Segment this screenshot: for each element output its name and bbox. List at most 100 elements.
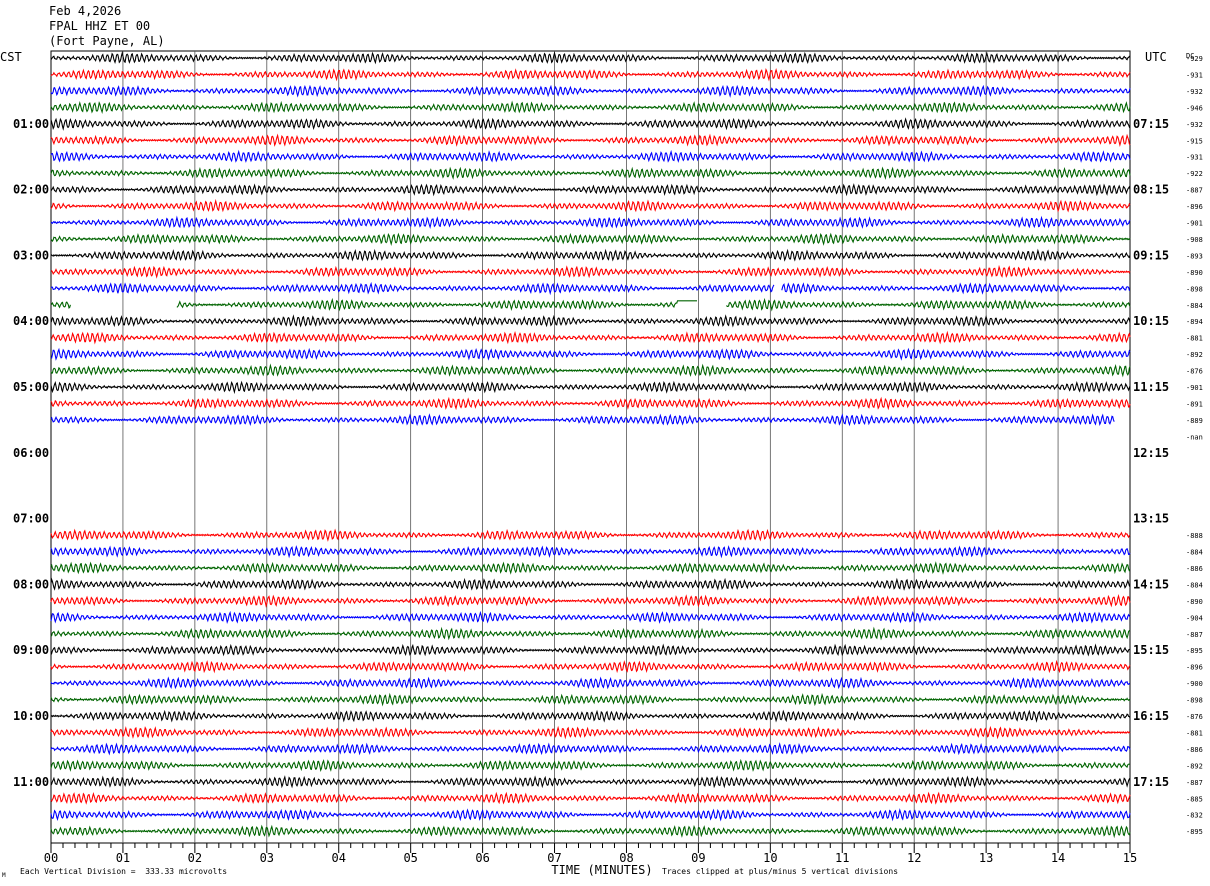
seismic-trace	[50, 824, 1131, 839]
seismic-trace	[50, 742, 1131, 756]
left-time-label: 06:00	[13, 446, 49, 460]
dc-offset-label: -901	[1186, 384, 1203, 392]
seismic-trace	[50, 198, 1131, 213]
seismic-trace	[50, 215, 1131, 229]
x-tick-label: 10	[763, 851, 777, 865]
x-tick-label: 00	[44, 851, 58, 865]
x-tick-label: 09	[691, 851, 705, 865]
x-tick-label: 15	[1123, 851, 1137, 865]
right-time-label: 16:15	[1133, 709, 1169, 723]
dc-offset-label: -900	[1186, 680, 1203, 688]
dc-offset-label: -891	[1186, 400, 1203, 408]
seismic-trace	[50, 314, 1131, 328]
dc-offset-label: -887	[1186, 631, 1203, 639]
seismic-trace	[50, 808, 1131, 822]
dc-offset-label: -892	[1186, 351, 1203, 359]
seismic-trace	[50, 166, 1131, 180]
dc-offset-label: -nan	[1186, 433, 1203, 441]
dc-offset-label: -915	[1186, 137, 1203, 145]
right-time-label: 11:15	[1133, 380, 1169, 394]
seismic-trace	[50, 183, 1131, 197]
dc-offset-label: -896	[1186, 664, 1203, 672]
dc-offset-label: -904	[1186, 614, 1203, 622]
helicorder-chart: 00 01 02 03 04 05 06 07 08 09 10 11 12 13 14 15TIME (MI…	[0, 50, 1203, 877]
seismic-trace	[50, 791, 1131, 805]
dc-offset-label: -895	[1186, 647, 1203, 655]
seismic-trace	[50, 659, 1131, 674]
seismic-trace	[50, 297, 1131, 312]
dc-offset-label: -889	[1186, 417, 1203, 425]
seismic-trace	[50, 692, 1131, 707]
x-tick-label: 12	[907, 851, 921, 865]
dc-offset-label: -946	[1186, 104, 1203, 112]
seismic-trace	[50, 413, 1115, 427]
seismic-trace	[50, 149, 1131, 163]
dc-offset-label: -931	[1186, 154, 1203, 162]
corner-mark: M	[2, 872, 6, 879]
seismic-trace	[50, 725, 1131, 740]
seismic-trace	[50, 67, 1131, 82]
seismic-trace	[50, 50, 1131, 65]
right-time-label: 12:15	[1133, 446, 1169, 460]
dc-offset-label: -931	[1186, 71, 1203, 79]
right-time-label: 10:15	[1133, 314, 1169, 328]
left-time-label: 07:00	[13, 512, 49, 526]
right-axis-label: UTC	[1145, 50, 1167, 64]
dc-offset-label: -908	[1186, 236, 1203, 244]
dc-offset-label: -890	[1186, 598, 1203, 606]
right-time-label: 09:15	[1133, 248, 1169, 262]
x-tick-label: 13	[979, 851, 993, 865]
seismic-trace	[50, 330, 1131, 345]
seismic-trace	[50, 626, 1131, 641]
seismic-trace	[50, 281, 1130, 296]
dc-offset-label: -885	[1186, 795, 1203, 803]
dc-offset-label: -888	[1186, 532, 1203, 540]
seismic-trace	[50, 545, 1131, 559]
dc-offset-label: -896	[1186, 203, 1203, 211]
seismic-trace	[50, 232, 1131, 246]
left-time-label: 10:00	[13, 709, 49, 723]
dc-offset-label: -832	[1186, 812, 1203, 820]
dc-offset-label: -890	[1186, 269, 1203, 277]
right-time-label: 08:15	[1133, 183, 1169, 197]
dc-offset-label: -898	[1186, 285, 1203, 293]
left-time-label: 05:00	[13, 380, 49, 394]
x-axis-label: TIME (MINUTES)	[551, 863, 652, 877]
dc-offset-label: -932	[1186, 121, 1203, 129]
seismic-trace	[50, 577, 1131, 591]
dc-offset-label: -895	[1186, 828, 1203, 836]
right-time-label: 14:15	[1133, 577, 1169, 591]
dc-offset-label: -892	[1186, 762, 1203, 770]
seismic-trace	[50, 84, 1131, 98]
seismic-trace	[50, 758, 1131, 772]
dc-offset-label: -884	[1186, 581, 1203, 589]
seismic-trace	[50, 396, 1131, 411]
left-time-label: 03:00	[13, 248, 49, 262]
dc-offset-label: -884	[1186, 302, 1203, 310]
dc-offset-label: -881	[1186, 729, 1203, 737]
x-tick-label: 05	[403, 851, 417, 865]
left-axis-label: CST	[0, 50, 22, 64]
dc-offset-label: -886	[1186, 565, 1203, 573]
seismic-trace	[50, 133, 1131, 147]
dc-offset-label: -894	[1186, 318, 1203, 326]
dc-offset-label: -881	[1186, 335, 1203, 343]
x-tick-label: 01	[116, 851, 130, 865]
x-tick-label: 11	[835, 851, 849, 865]
seismic-trace	[50, 593, 1131, 608]
dc-offset-label: -893	[1186, 252, 1203, 260]
seismic-trace	[50, 248, 1131, 262]
seismic-trace	[50, 100, 1131, 115]
x-tick-label: 04	[332, 851, 346, 865]
seismic-trace	[50, 561, 1131, 575]
seismic-trace	[50, 363, 1131, 378]
left-time-label: 01:00	[13, 117, 49, 131]
seismic-trace	[50, 528, 1131, 542]
x-tick-label: 06	[475, 851, 489, 865]
left-time-label: 09:00	[13, 643, 49, 657]
right-time-label: 07:15	[1133, 117, 1169, 131]
dc-offset-label: -876	[1186, 368, 1203, 376]
dc-offset-label: -876	[1186, 713, 1203, 721]
right-time-label: 15:15	[1133, 643, 1169, 657]
right-time-label: 13:15	[1133, 512, 1169, 526]
